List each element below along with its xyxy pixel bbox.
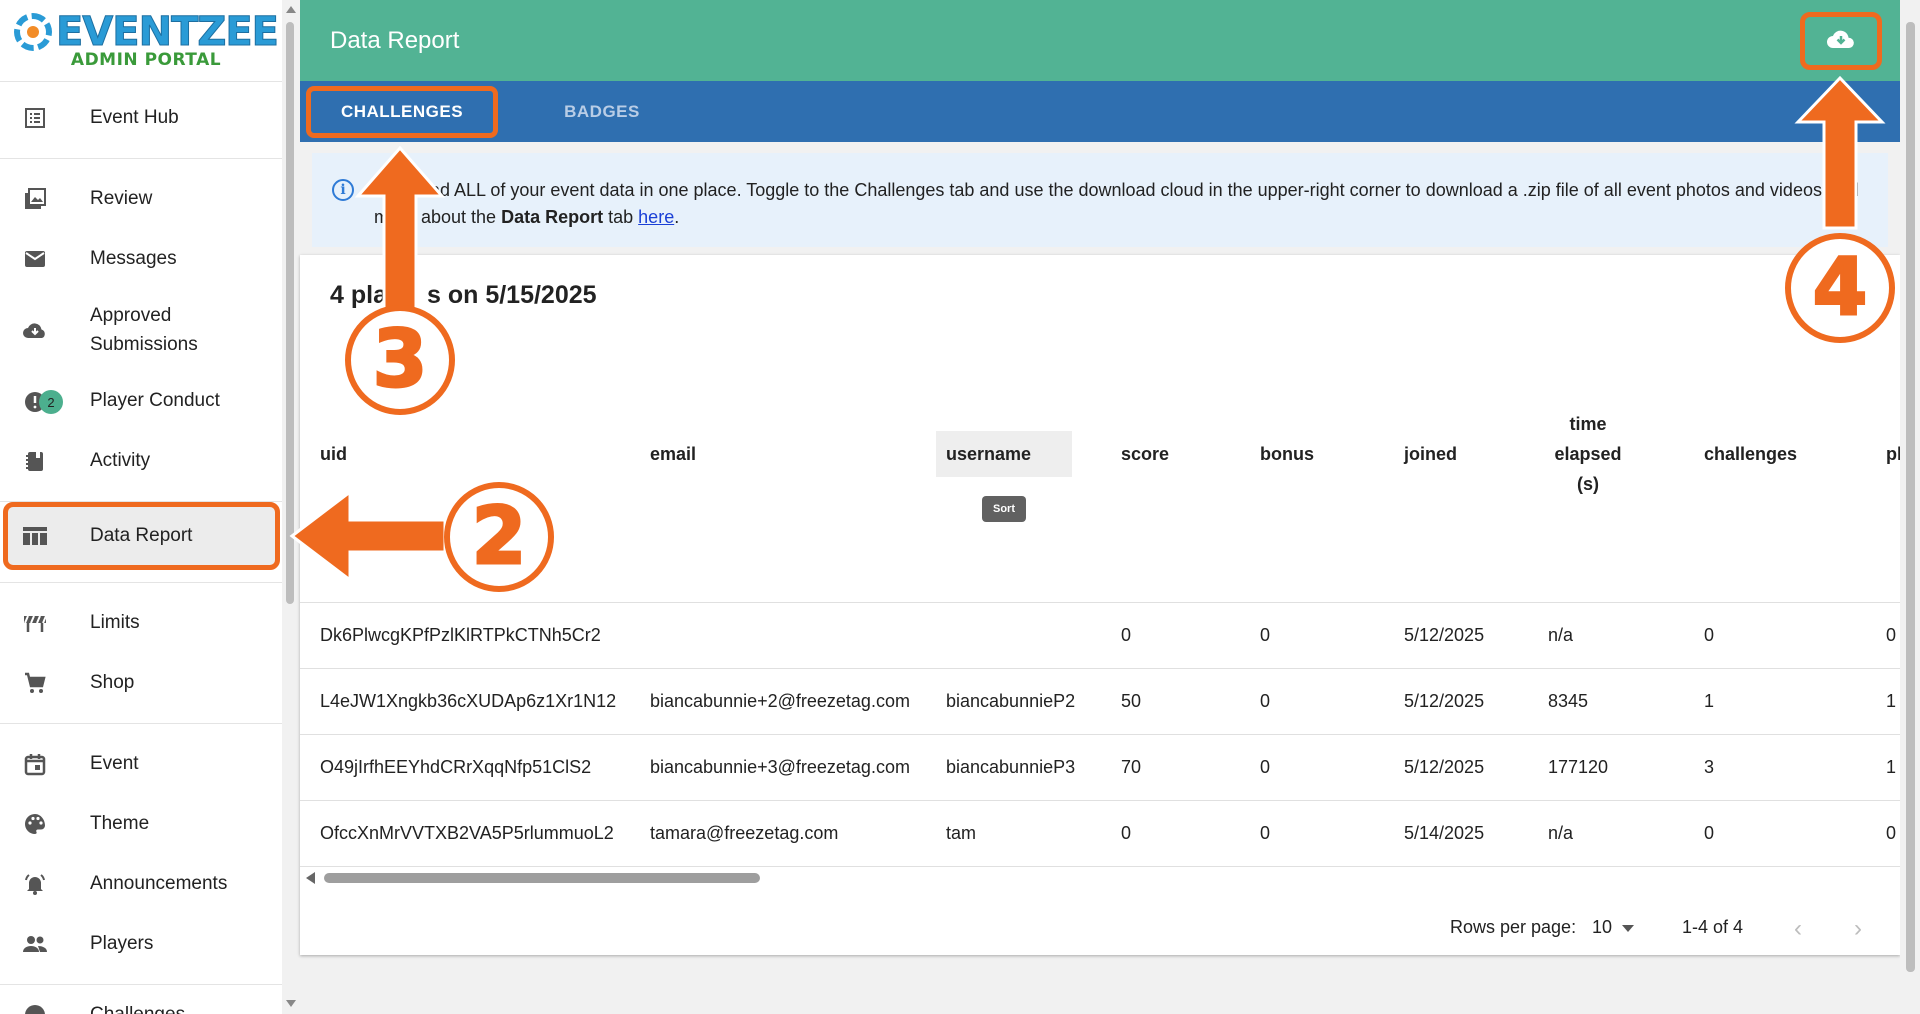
sidebar-item-label: Review [90,188,153,209]
logo-subtitle: ADMIN PORTAL [70,49,222,70]
sidebar-item-label: Activity [90,450,151,471]
cart-icon [20,668,50,698]
tab-badges[interactable]: BADGES [506,86,698,138]
sidebar: EVENTZEE ADMIN PORTAL Event Hub Review M… [0,0,282,1014]
cloud-download-icon [1826,27,1856,56]
col-header-score[interactable]: score [1121,439,1169,469]
page-scrollbar[interactable] [1900,0,1920,1014]
table-row[interactable]: L4eJW1Xngkb36cXUDAp6z1Xr1N12 biancabunni… [300,669,1900,735]
card-title: 4 pla s on 5/15/2025 [330,281,597,309]
nav-group-limits: Limits Shop [0,582,282,724]
help-link[interactable]: here [638,207,674,227]
info-banner: i ad ALL of your event data in one place… [312,153,1888,247]
scroll-left-arrow-icon[interactable] [306,872,315,884]
data-card: 4 pla s on 5/15/2025 uid email username S… [300,255,1902,955]
sidebar-item-label: Player Conduct [90,390,220,411]
sidebar-item-label: Limits [90,612,140,633]
sidebar-item-theme[interactable]: Theme [0,794,282,854]
prev-page-button[interactable]: ‹ [1794,915,1802,943]
sidebar-item-label: Shop [90,672,135,693]
horizontal-scrollbar[interactable] [300,869,1900,887]
col-header-username[interactable]: username [946,439,1031,469]
table-icon [20,521,50,551]
col-header-email[interactable]: email [650,439,696,469]
sidebar-item-label: Approved Submissions [90,305,198,355]
nav-group-hub: Event Hub [0,82,282,159]
check-icon [20,1000,50,1014]
table-row[interactable]: O49jIrfhEEYhdCRrXqqNfp51ClS2 biancabunni… [300,735,1900,801]
tab-challenges[interactable]: CHALLENGES [306,85,498,138]
sidebar-item-label: Players [90,933,154,954]
sidebar-item-event-hub[interactable]: Event Hub [0,88,282,148]
table-row[interactable]: Dk6PlwcgKPfPzlKlRTPkCTNh5Cr2 0 0 5/12/20… [300,603,1900,669]
page-range: 1-4 of 4 [1682,917,1744,937]
logo-title: EVENTZEE [55,8,279,55]
barrier-icon [20,608,50,638]
sidebar-item-challenges[interactable]: Challenges [0,985,282,1014]
sidebar-item-players[interactable]: Players [0,914,282,974]
sidebar-item-review[interactable]: Review [0,169,282,229]
sidebar-scrollbar[interactable] [282,0,298,1014]
sidebar-item-shop[interactable]: Shop [0,653,282,713]
calendar-icon [20,749,50,779]
sidebar-item-messages[interactable]: Messages [0,229,282,289]
notification-badge: 2 [39,390,63,414]
page-title: Data Report [330,26,460,54]
sidebar-scroll-thumb[interactable] [286,22,294,604]
col-header-uid[interactable]: uid [320,439,347,469]
page-scroll-thumb[interactable] [1906,22,1915,972]
sidebar-item-label: Theme [90,813,150,834]
info-text-line1: ad ALL of your event data in one place. … [430,180,1859,200]
col-header-time-elapsed[interactable]: time elapsed (s) [1538,409,1638,499]
list-icon [20,103,50,133]
pagination: Rows per page: 10 1-4 of 4 ‹ › [300,907,1900,947]
bell-icon [20,869,50,899]
sidebar-item-limits[interactable]: Limits [0,593,282,653]
cloud-download-icon [20,315,50,345]
sidebar-item-announcements[interactable]: Announcements [0,854,282,914]
download-button[interactable] [1800,12,1882,70]
logo[interactable]: EVENTZEE ADMIN PORTAL [0,0,282,82]
annotation-number-3: 3 [345,305,455,415]
scroll-up-arrow-icon[interactable] [286,6,296,13]
nav-group-review: Review Messages Approved Submissions Pla… [0,159,282,502]
sidebar-item-label: Event Hub [90,107,179,128]
scroll-down-arrow-icon[interactable] [286,1000,296,1007]
col-header-challenges[interactable]: challenges [1704,439,1797,469]
sidebar-item-label: Announcements [90,873,228,894]
sidebar-item-label: Challenges [90,1004,185,1014]
header-bar: Data Report [300,0,1900,81]
data-table: uid email username Sort score bonus join… [300,405,1902,867]
sidebar-item-activity[interactable]: Activity [0,431,282,491]
info-text-line2: m about the Data Report tab here. [374,207,680,227]
mail-icon [20,244,50,274]
tabs-bar: CHALLENGES BADGES [300,81,1900,142]
activity-icon [20,446,50,476]
col-header-joined[interactable]: joined [1404,439,1457,469]
sidebar-item-label: Data Report [90,525,193,546]
annotation-number-2: 2 [444,482,554,592]
annotation-number-4: 4 [1785,233,1895,343]
palette-icon [20,809,50,839]
rows-per-page-label: Rows per page: [1450,917,1577,937]
sidebar-item-label: Event [90,753,139,774]
rows-per-page-select[interactable]: 10 [1592,917,1635,938]
people-icon [20,929,50,959]
sort-tooltip: Sort [982,496,1026,522]
gear-logo-icon [13,12,52,51]
next-page-button[interactable]: › [1854,915,1862,943]
table-row[interactable]: OfccXnMrVVTXB2VA5P5rlummuoL2 tamara@free… [300,801,1900,867]
sidebar-item-label: Messages [90,248,177,269]
info-icon: i [332,179,354,201]
nav-group-event: Event Theme Announcements Players [0,724,282,985]
sidebar-item-event[interactable]: Event [0,734,282,794]
dropdown-caret-icon [1622,924,1635,932]
horizontal-scroll-thumb[interactable] [324,873,760,883]
sidebar-item-approved-submissions[interactable]: Approved Submissions [0,289,282,371]
sidebar-item-data-report[interactable]: Data Report [0,506,282,566]
image-icon [20,184,50,214]
col-header-bonus[interactable]: bonus [1260,439,1314,469]
